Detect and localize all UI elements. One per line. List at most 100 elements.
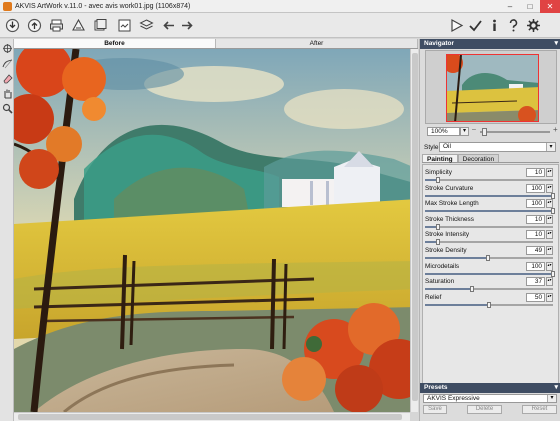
param-label: Relief [425,293,442,301]
param-value-field[interactable]: 10 [526,230,545,240]
param-slider-track[interactable] [425,301,553,308]
param-slider-track[interactable] [425,255,553,261]
param-slider-track[interactable] [425,192,555,199]
zoom-slider-knob[interactable] [482,128,487,136]
close-button[interactable]: ✕ [540,0,560,13]
apply-icon[interactable] [467,17,484,34]
hand-icon[interactable] [1,87,13,99]
guide-lines-icon[interactable] [1,57,13,69]
param-slider-track[interactable] [425,270,555,277]
run-icon[interactable] [448,17,465,34]
param-slider-track[interactable] [425,208,555,215]
param-row: Stroke Intensity 10 ▴▾ [423,230,560,246]
style-value: Oil [443,143,451,150]
layers-icon[interactable] [138,17,155,34]
minimize-button[interactable]: – [500,0,520,13]
about-icon[interactable] [486,17,503,34]
param-row: Max Stroke Length 100 ▴▾ [423,199,560,215]
param-label: Microdetails [425,262,460,270]
batch-icon[interactable] [92,17,109,34]
spinner-icon[interactable]: ▴▾ [546,246,553,255]
param-slider-knob[interactable] [470,286,475,293]
param-slider-knob[interactable] [551,270,555,277]
zoom-icon[interactable] [1,102,13,114]
maximize-button[interactable]: □ [520,0,540,13]
spinner-icon[interactable]: ▴▾ [546,199,553,209]
tab-before[interactable]: Before [14,39,216,48]
zoom-dropdown-icon[interactable]: ▾ [460,127,469,136]
param-value-field[interactable]: 100 [526,261,545,271]
redo-icon[interactable] [179,17,196,34]
preset-select[interactable]: AKVIS Expressive ▾ [423,394,557,403]
param-row: Simplicity 10 ▴▾ [423,168,560,183]
param-slider-knob[interactable] [435,177,440,183]
param-value-field[interactable]: 49 [526,246,545,255]
stroke-direction-icon[interactable] [1,42,13,54]
save-image-icon[interactable] [26,17,43,34]
navigator-title: Navigator [424,40,454,47]
reset-preset-button[interactable]: Reset [522,405,557,414]
info-icon[interactable] [116,17,133,34]
param-value-field[interactable]: 10 [526,168,545,177]
canvas-vertical-scrollbar[interactable] [410,49,418,412]
presets-title: Presets [424,384,448,391]
horizontal-scroll-thumb[interactable] [18,414,402,420]
eraser-icon[interactable] [1,72,13,84]
param-slider-knob[interactable] [435,239,440,246]
settings-icon[interactable] [525,17,542,34]
spinner-icon[interactable]: ▴▾ [546,277,553,287]
param-slider-track[interactable] [425,239,553,246]
collapse-icon[interactable]: ▾ [554,383,558,393]
spinner-icon[interactable]: ▴▾ [546,230,553,240]
param-row: Stroke Curvature 100 ▴▾ [423,183,560,199]
spinner-icon[interactable]: ▴▾ [546,183,553,193]
undo-icon[interactable] [160,17,177,34]
help-icon[interactable] [505,17,522,34]
window-title: AKVIS ArtWork v.11.0 - avec avis work01.… [15,2,191,10]
param-value-field[interactable]: 100 [526,199,545,209]
spinner-icon[interactable]: ▴▾ [546,168,553,177]
param-slider-track[interactable] [425,177,553,183]
zoom-in-button[interactable]: + [553,125,558,134]
tab-decoration[interactable]: Decoration [457,154,500,163]
share-icon[interactable] [70,17,87,34]
spinner-icon[interactable]: ▴▾ [546,214,553,224]
spinner-icon[interactable]: ▴▾ [546,261,553,271]
image-canvas[interactable] [14,49,418,412]
param-slider-fill [425,303,489,306]
tab-after[interactable]: After [216,39,418,48]
tab-painting[interactable]: Painting [422,154,458,163]
param-label: Stroke Curvature [425,184,474,192]
param-slider-knob[interactable] [551,208,555,215]
chevron-down-icon[interactable]: ▾ [546,143,555,151]
view-tabs: Before After [14,39,418,49]
param-value-field[interactable]: 100 [526,183,545,193]
chevron-down-icon[interactable]: ▾ [547,395,556,402]
param-value-field[interactable]: 50 [526,292,545,302]
param-slider-knob[interactable] [487,301,491,308]
zoom-slider-track[interactable] [480,131,550,133]
painting-parameters: Simplicity 10 ▴▾ Stroke Curvature 100 ▴▾ Max S… [422,164,559,385]
collapse-icon[interactable]: ▾ [554,39,558,49]
zoom-field[interactable]: 100% [427,127,460,136]
spinner-icon[interactable]: ▴▾ [546,292,553,302]
param-slider-track[interactable] [425,223,553,230]
param-slider-fill [425,272,553,275]
param-slider-knob[interactable] [551,192,555,199]
settings-panel: Navigator ▾ 100% ▾ – + Style: Oil ▾ Pain… [419,39,560,421]
delete-preset-button[interactable]: Delete [467,405,502,414]
navigator-preview[interactable] [446,54,539,122]
open-image-icon[interactable] [4,17,21,34]
param-slider-track[interactable] [425,286,553,293]
zoom-out-button[interactable]: – [472,126,476,133]
vertical-scroll-thumb[interactable] [412,53,418,401]
param-value-field[interactable]: 37 [526,277,545,287]
save-preset-button[interactable]: Save [423,405,447,414]
preset-buttons: Save Delete Reset [423,405,557,415]
param-slider-knob[interactable] [485,255,490,261]
param-value-field[interactable]: 10 [526,214,545,224]
print-icon[interactable] [48,17,65,34]
style-select[interactable]: Oil ▾ [439,142,556,152]
canvas-horizontal-scrollbar[interactable] [14,412,410,421]
param-slider-knob[interactable] [435,223,440,230]
